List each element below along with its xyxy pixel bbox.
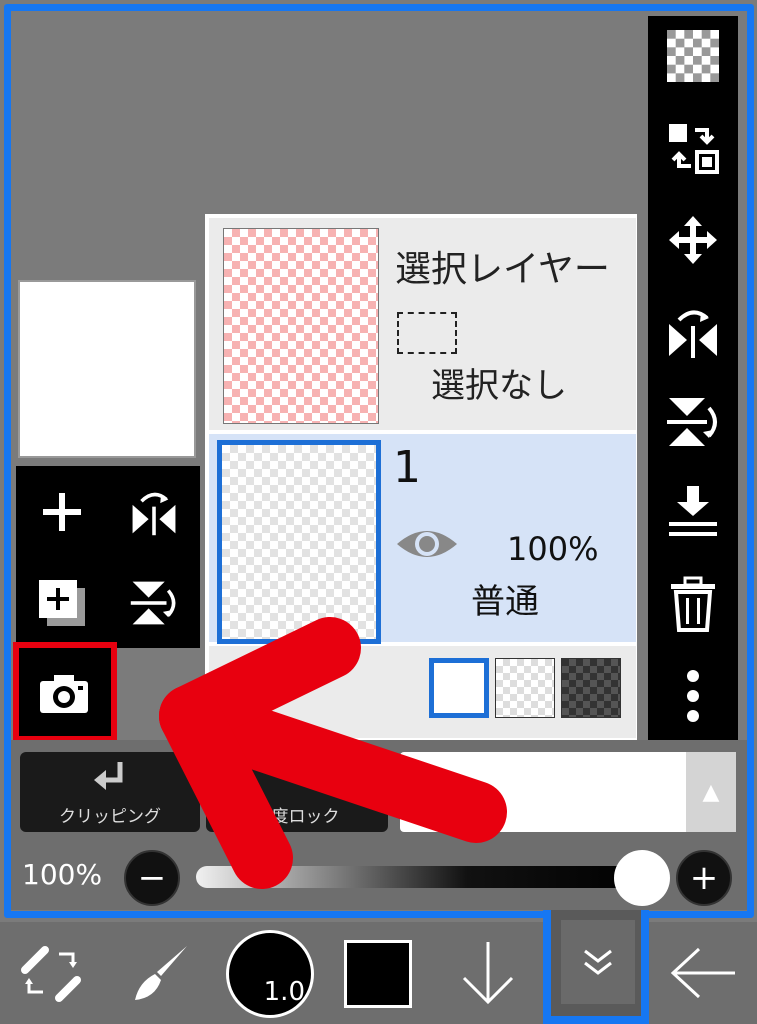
select-up-arrow-icon[interactable]: ▲ <box>686 752 736 832</box>
flip-horizontal-left-button[interactable] <box>108 466 200 557</box>
annotation-highlight-box <box>13 642 117 742</box>
more-icon <box>687 670 699 722</box>
move-layer-button[interactable] <box>648 200 738 280</box>
flip-h-icon <box>669 310 717 358</box>
background-light-checker-swatch[interactable] <box>495 658 555 718</box>
transform-button[interactable] <box>14 922 90 1024</box>
layer-tools-column <box>648 16 738 740</box>
background-color-row <box>209 646 636 738</box>
brush-size-value: 1.0 <box>263 977 305 1007</box>
color-swatch-button[interactable] <box>344 940 412 1008</box>
flip-v-icon <box>667 398 717 446</box>
background-white-swatch[interactable] <box>429 658 489 718</box>
layer-row-1[interactable]: 1 100% 普通 <box>209 434 636 644</box>
brush-size-button[interactable]: 1.0 <box>226 930 314 1018</box>
more-options-button[interactable] <box>648 656 738 736</box>
swap-layer-button[interactable] <box>648 108 738 188</box>
arrow-down-button[interactable] <box>456 922 520 1024</box>
checker-icon <box>667 30 719 82</box>
opacity-decrease-button[interactable]: − <box>124 850 180 906</box>
transparent-fill-button[interactable] <box>648 16 738 96</box>
merge-down-icon <box>669 486 717 536</box>
clipping-arrow-icon <box>94 762 123 790</box>
swap-icon <box>669 124 719 174</box>
layer-preview <box>18 280 196 458</box>
selection-marquee-icon <box>397 312 457 354</box>
flip-vertical-button[interactable] <box>648 382 738 462</box>
opacity-label: 100% <box>22 858 103 891</box>
blend-mode-select[interactable]: 通 ▲ <box>400 752 736 832</box>
trash-icon <box>671 576 715 632</box>
eye-icon[interactable] <box>395 524 459 564</box>
transform-icon <box>21 946 81 1002</box>
duplicate-layer-button[interactable] <box>16 557 108 648</box>
lock-button[interactable]: 明度ロック <box>206 752 388 832</box>
delete-layer-button[interactable] <box>648 564 738 644</box>
background-dark-checker-swatch[interactable] <box>561 658 621 718</box>
flip-v-icon <box>130 581 176 624</box>
opacity-slider-handle[interactable] <box>614 850 670 906</box>
flip-horizontal-button[interactable] <box>648 292 738 372</box>
layer-blend-mode: 普通 <box>471 582 539 622</box>
flip-h-icon <box>132 492 176 535</box>
collapse-button-face <box>561 920 635 1004</box>
layer-list: 選択レイヤー 選択なし 1 100% 普通 <box>205 214 637 740</box>
add-layer-button[interactable] <box>16 466 108 557</box>
blend-mode-value: 通 <box>420 778 454 818</box>
layer-name: 1 <box>393 442 421 493</box>
move-icon <box>669 216 717 264</box>
selection-layer-row[interactable]: 選択レイヤー 選択なし <box>209 218 636 430</box>
selection-status: 選択なし <box>431 366 567 406</box>
arrow-left-icon <box>670 947 735 999</box>
layer-opacity: 100% <box>507 530 599 568</box>
opacity-slider[interactable] <box>196 866 648 888</box>
merge-down-button[interactable] <box>648 472 738 552</box>
add-layer-icon <box>43 492 81 531</box>
chevron-double-down-icon <box>584 949 612 975</box>
layer-thumbnail <box>217 440 381 644</box>
left-tools-panel <box>16 466 200 648</box>
collapse-panel-button[interactable] <box>543 910 649 1024</box>
opacity-increase-button[interactable]: + <box>676 850 732 906</box>
selection-layer-title: 選択レイヤー <box>395 249 610 290</box>
back-button[interactable] <box>664 922 744 1024</box>
lock-label: 明度ロック <box>254 807 340 827</box>
brush-icon <box>135 946 187 1000</box>
clipping-label: クリッピング <box>59 807 161 827</box>
selection-layer-thumbnail <box>223 228 379 424</box>
arrow-down-icon <box>462 942 514 1005</box>
duplicate-layer-icon <box>39 579 85 626</box>
clipping-button[interactable]: クリッピング <box>20 752 200 832</box>
brush-tool-button[interactable] <box>124 922 200 1024</box>
flip-vertical-left-button[interactable] <box>108 557 200 648</box>
